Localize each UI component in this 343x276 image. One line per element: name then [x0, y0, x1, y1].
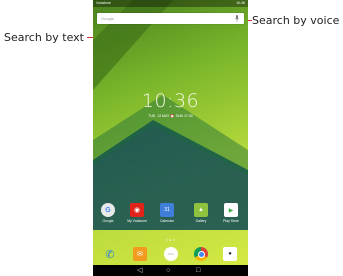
back-button[interactable]: ◁ [137, 265, 142, 276]
play-store-icon: ▶ [224, 203, 238, 217]
clock-widget-time: 10:36 [141, 90, 200, 112]
app-play-store[interactable]: ▶ Play Store [218, 203, 244, 223]
app-google[interactable]: G Google [95, 203, 121, 223]
gallery-icon: ▲ [194, 203, 208, 217]
app-gallery[interactable]: ▲ Gallery [188, 203, 214, 223]
calendar-icon: 31 [160, 203, 174, 217]
wallpaper-graphic [93, 0, 248, 230]
app-my-vodacom[interactable]: ◉ My Vodacom [124, 203, 150, 223]
clock-widget-date: TUE, 13 MAY ⏰ SUN 17:30 [148, 114, 193, 118]
google-search-bar[interactable]: Google [97, 13, 244, 24]
app-label: Play Store [223, 219, 239, 223]
chrome-icon[interactable] [194, 247, 208, 261]
carrier-name: Vodafone [96, 1, 111, 5]
vodacom-icon: ◉ [130, 203, 144, 217]
messaging-icon[interactable]: ✉ [133, 247, 147, 261]
google-icon: G [101, 203, 115, 217]
search-by-text-callout: Search by text [4, 31, 84, 44]
phone-icon[interactable]: ✆ [103, 247, 117, 261]
mic-icon[interactable] [234, 15, 240, 22]
apps-icon[interactable]: ⋯ [164, 247, 178, 261]
phone-screen: Vodafone 10:36 Google 10:36 TUE, 13 MAY … [93, 0, 248, 276]
camera-icon[interactable]: ● [223, 247, 237, 261]
recents-button[interactable]: □ [196, 265, 200, 276]
app-label: Calendar [160, 219, 174, 223]
status-time: 10:36 [236, 1, 245, 5]
app-calendar[interactable]: 31 Calendar [154, 203, 180, 223]
dock: ✆ ✉ ⋯ ● [93, 245, 248, 263]
page-indicator [166, 239, 175, 241]
app-label: Google [102, 219, 114, 223]
navigation-bar: ◁ ○ □ [93, 265, 248, 276]
status-bar: Vodafone 10:36 [93, 0, 248, 7]
app-label: Gallery [195, 219, 207, 223]
home-button[interactable]: ○ [166, 265, 170, 276]
app-label: My Vodacom [127, 219, 147, 223]
search-input[interactable]: Google [101, 13, 114, 24]
search-by-voice-callout: Search by voice [252, 14, 340, 27]
